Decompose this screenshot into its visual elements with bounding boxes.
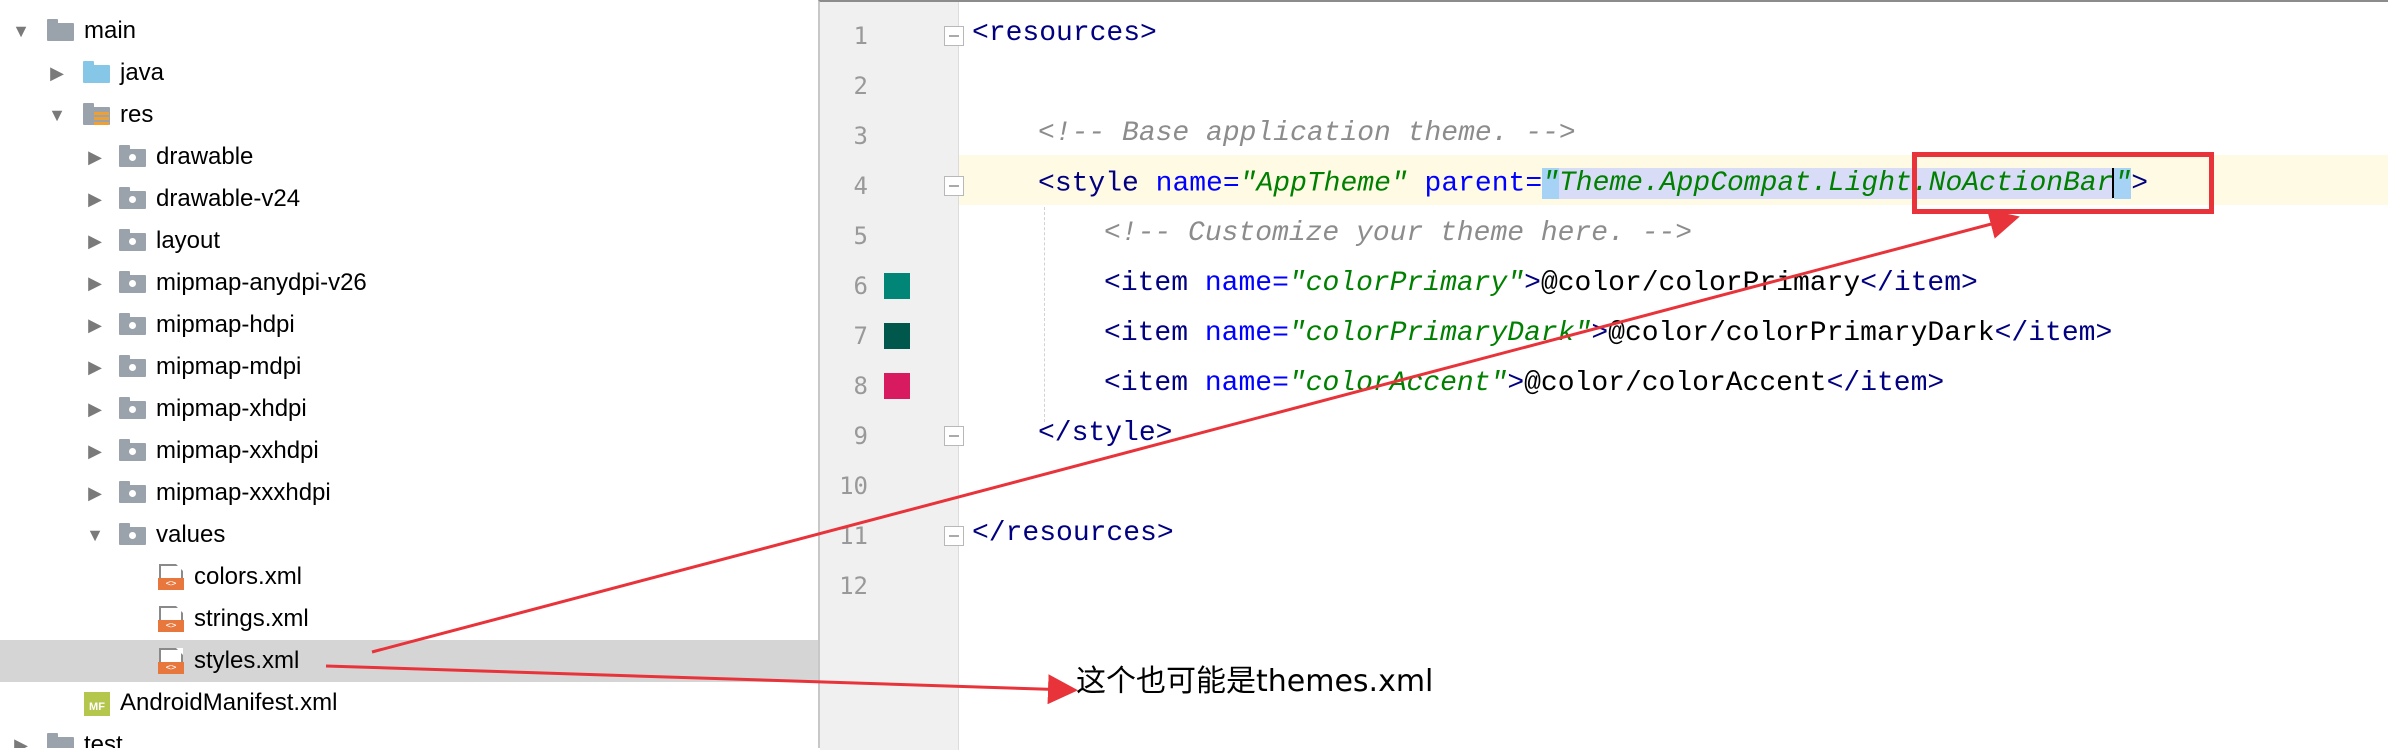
tree-item-label: colors.xml <box>194 563 303 590</box>
indent-guide <box>1044 207 1045 422</box>
folder-icon <box>118 270 148 296</box>
code-line-1: <resources> <box>972 18 1157 49</box>
tree-item-mipmap-mdpi[interactable]: ▶ mipmap-mdpi <box>0 346 818 388</box>
collapse-arrow-icon[interactable]: ▶ <box>82 186 108 212</box>
tree-item-androidmanifest-xml[interactable]: MF AndroidManifest.xml <box>0 682 818 724</box>
tree-item-mipmap-xxhdpi[interactable]: ▶ mipmap-xxhdpi <box>0 430 818 472</box>
xml-file-icon: <> <box>156 648 186 674</box>
expand-arrow-icon[interactable]: ▼ <box>82 522 108 548</box>
collapse-arrow-icon[interactable]: ▶ <box>82 354 108 380</box>
tree-item-main[interactable]: ▼ main <box>0 10 818 52</box>
collapse-arrow-icon[interactable]: ▶ <box>82 144 108 170</box>
project-tree-panel: ▼ main ▶ java ▼ res ▶ drawable ▶ drawabl… <box>0 0 818 748</box>
folder-icon <box>118 228 148 254</box>
expand-arrow-icon[interactable]: ▼ <box>8 18 34 44</box>
code-line-8: <item name="colorAccent">@color/colorAcc… <box>1104 368 1945 399</box>
collapse-arrow-icon[interactable]: ▶ <box>82 480 108 506</box>
tree-item-label: test <box>84 731 123 748</box>
code-area[interactable]: <resources> <!-- Base application theme.… <box>820 2 2388 750</box>
tree-item-label: styles.xml <box>194 647 300 674</box>
tree-item-java[interactable]: ▶ java <box>0 52 818 94</box>
collapse-arrow-icon[interactable]: ▶ <box>82 312 108 338</box>
code-editor[interactable]: 1 2 3 4 5 6 7 8 9 10 11 12 <resources> <… <box>818 0 2388 750</box>
folder-icon <box>118 144 148 170</box>
expand-arrow-icon[interactable]: ▼ <box>44 102 70 128</box>
tree-item-label: main <box>84 17 137 44</box>
folder-icon <box>46 18 76 44</box>
tree-item-label: mipmap-xhdpi <box>156 395 307 422</box>
tree-item-mipmap-xxxhdpi[interactable]: ▶ mipmap-xxxhdpi <box>0 472 818 514</box>
code-line-5: <!-- Customize your theme here. --> <box>1104 218 1693 249</box>
folder-icon <box>118 480 148 506</box>
tree-item-test[interactable]: ▶ test <box>0 724 818 748</box>
code-line-6: <item name="colorPrimary">@color/colorPr… <box>1104 268 1978 299</box>
tree-item-label: res <box>120 101 154 128</box>
tree-item-label: AndroidManifest.xml <box>120 689 338 716</box>
folder-icon <box>118 438 148 464</box>
tree-item-styles-xml[interactable]: <> styles.xml <box>0 640 818 682</box>
tree-item-label: drawable-v24 <box>156 185 301 212</box>
collapse-arrow-icon[interactable]: ▶ <box>82 228 108 254</box>
collapse-arrow-icon[interactable]: ▶ <box>44 60 70 86</box>
tree-item-colors-xml[interactable]: <> colors.xml <box>0 556 818 598</box>
tree-item-label: java <box>120 59 165 86</box>
tree-item-label: mipmap-mdpi <box>156 353 302 380</box>
folder-icon <box>118 312 148 338</box>
tree-item-label: strings.xml <box>194 605 309 632</box>
tree-item-label: mipmap-hdpi <box>156 311 295 338</box>
tree-item-mipmap-xhdpi[interactable]: ▶ mipmap-xhdpi <box>0 388 818 430</box>
tree-item-label: layout <box>156 227 221 254</box>
folder-icon <box>118 396 148 422</box>
code-line-3: <!-- Base application theme. --> <box>1038 118 1576 149</box>
tree-item-mipmap-hdpi[interactable]: ▶ mipmap-hdpi <box>0 304 818 346</box>
collapse-arrow-icon[interactable]: ▶ <box>8 732 34 749</box>
tree-item-res[interactable]: ▼ res <box>0 94 818 136</box>
tree-item-label: drawable <box>156 143 254 170</box>
code-line-7: <item name="colorPrimaryDark">@color/col… <box>1104 318 2113 349</box>
tree-item-label: values <box>156 521 226 548</box>
tree-item-drawable-v24[interactable]: ▶ drawable-v24 <box>0 178 818 220</box>
folder-icon <box>46 732 76 748</box>
resource-folder-icon <box>82 102 112 128</box>
xml-file-icon: <> <box>156 564 186 590</box>
tree-item-label: mipmap-xxxhdpi <box>156 479 331 506</box>
tree-item-label: mipmap-xxhdpi <box>156 437 319 464</box>
code-line-9: </style> <box>1038 418 1173 449</box>
xml-file-icon: <> <box>156 606 186 632</box>
source-folder-icon <box>82 60 112 86</box>
tree-item-label: mipmap-anydpi-v26 <box>156 269 367 296</box>
folder-icon <box>118 522 148 548</box>
collapse-arrow-icon[interactable]: ▶ <box>82 396 108 422</box>
highlight-box <box>1912 152 2214 214</box>
collapse-arrow-icon[interactable]: ▶ <box>82 438 108 464</box>
folder-icon <box>118 354 148 380</box>
tree-item-values[interactable]: ▼ values <box>0 514 818 556</box>
tree-item-strings-xml[interactable]: <> strings.xml <box>0 598 818 640</box>
manifest-file-icon: MF <box>82 690 112 716</box>
collapse-arrow-icon[interactable]: ▶ <box>82 270 108 296</box>
tree-item-layout[interactable]: ▶ layout <box>0 220 818 262</box>
tree-item-mipmap-anydpi-v26[interactable]: ▶ mipmap-anydpi-v26 <box>0 262 818 304</box>
code-line-11: </resources> <box>972 518 1174 549</box>
annotation-note: 这个也可能是themes.xml <box>1076 664 1434 699</box>
folder-icon <box>118 186 148 212</box>
tree-item-drawable[interactable]: ▶ drawable <box>0 136 818 178</box>
